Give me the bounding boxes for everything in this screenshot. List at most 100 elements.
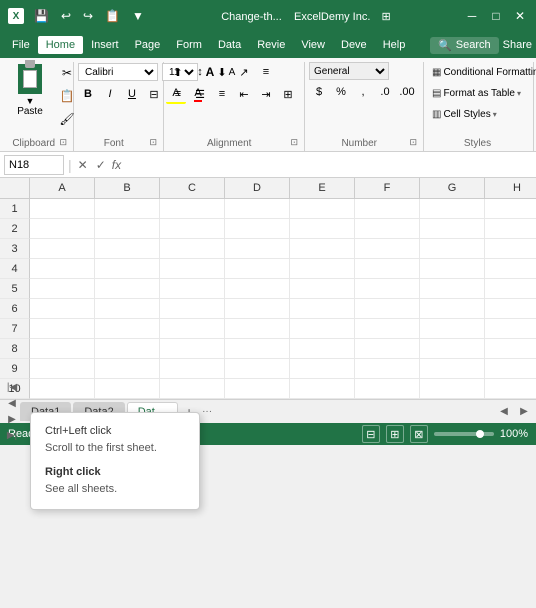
cell-e5[interactable] xyxy=(290,279,355,299)
align-center-button[interactable]: ☰ xyxy=(190,84,210,104)
tab-scroll-right-button[interactable]: ▶ xyxy=(516,404,532,420)
cell-g8[interactable] xyxy=(420,339,485,359)
font-name-selector[interactable]: Calibri xyxy=(78,63,158,81)
cell-e9[interactable] xyxy=(290,359,355,379)
cell-h10[interactable] xyxy=(485,379,536,399)
cell-f6[interactable] xyxy=(355,299,420,319)
cell-f7[interactable] xyxy=(355,319,420,339)
row-header-7[interactable]: 7 xyxy=(0,319,30,339)
page-break-button[interactable]: ⊠ xyxy=(410,425,428,443)
currency-button[interactable]: $ xyxy=(309,82,329,102)
menu-home[interactable]: Home xyxy=(38,36,83,54)
cell-f9[interactable] xyxy=(355,359,420,379)
menu-file[interactable]: File xyxy=(4,36,38,54)
cell-f8[interactable] xyxy=(355,339,420,359)
cell-h6[interactable] xyxy=(485,299,536,319)
menu-data[interactable]: Data xyxy=(210,36,249,54)
cell-d10[interactable] xyxy=(225,379,290,399)
col-header-e[interactable]: E xyxy=(290,178,355,198)
name-box[interactable] xyxy=(4,155,64,175)
cell-b1[interactable] xyxy=(95,199,160,219)
alignment-launcher[interactable]: ⊡ xyxy=(290,137,298,148)
menu-review[interactable]: Revie xyxy=(249,36,293,54)
cell-f5[interactable] xyxy=(355,279,420,299)
page-layout-button[interactable]: ⊞ xyxy=(386,425,404,443)
increase-decimal-button[interactable]: .00 xyxy=(397,82,417,102)
cell-d5[interactable] xyxy=(225,279,290,299)
search-box[interactable]: 🔍 Search xyxy=(430,37,499,54)
cell-styles-button[interactable]: ▥ Cell Styles ▾ xyxy=(428,104,501,124)
merge-cells-button[interactable]: ⊞ xyxy=(278,84,298,104)
row-header-8[interactable]: 8 xyxy=(0,339,30,359)
sheet-nav-right[interactable]: ··· xyxy=(202,406,212,417)
cell-f2[interactable] xyxy=(355,219,420,239)
cell-d6[interactable] xyxy=(225,299,290,319)
col-header-c[interactable]: C xyxy=(160,178,225,198)
menu-developer[interactable]: Deve xyxy=(333,36,375,54)
cell-g4[interactable] xyxy=(420,259,485,279)
cell-f3[interactable] xyxy=(355,239,420,259)
cell-h3[interactable] xyxy=(485,239,536,259)
redo-button[interactable]: ↪ xyxy=(79,7,97,25)
tab-scroll-left-button[interactable]: ◀ xyxy=(496,404,512,420)
cell-f1[interactable] xyxy=(355,199,420,219)
cell-g10[interactable] xyxy=(420,379,485,399)
clipboard-launcher[interactable]: ⊡ xyxy=(59,137,67,148)
cell-c9[interactable] xyxy=(160,359,225,379)
wrap-text-button[interactable]: ≡ xyxy=(256,62,276,82)
scroll-to-first-sheet-button[interactable]: |◀ xyxy=(4,380,20,396)
normal-view-button[interactable]: ⊟ xyxy=(362,425,380,443)
align-left-button[interactable]: ≡ xyxy=(168,84,188,104)
cell-e8[interactable] xyxy=(290,339,355,359)
number-format-selector[interactable]: General xyxy=(309,62,389,80)
col-header-b[interactable]: B xyxy=(95,178,160,198)
cell-c1[interactable] xyxy=(160,199,225,219)
cell-d7[interactable] xyxy=(225,319,290,339)
cell-a6[interactable] xyxy=(30,299,95,319)
row-header-2[interactable]: 2 xyxy=(0,219,30,239)
italic-button[interactable]: I xyxy=(100,84,120,104)
maximize-button[interactable]: □ xyxy=(488,8,504,24)
cell-g5[interactable] xyxy=(420,279,485,299)
scroll-left-sheet-button[interactable]: ◀ xyxy=(4,396,20,412)
cell-d2[interactable] xyxy=(225,219,290,239)
cell-g3[interactable] xyxy=(420,239,485,259)
cell-e2[interactable] xyxy=(290,219,355,239)
font-launcher[interactable]: ⊡ xyxy=(149,137,157,148)
undo-button[interactable]: ↩ xyxy=(57,7,75,25)
cell-f4[interactable] xyxy=(355,259,420,279)
cell-h1[interactable] xyxy=(485,199,536,219)
cell-e1[interactable] xyxy=(290,199,355,219)
row-header-5[interactable]: 5 xyxy=(0,279,30,299)
cell-h9[interactable] xyxy=(485,359,536,379)
align-middle-button[interactable]: ↕ xyxy=(190,62,210,82)
menu-form[interactable]: Form xyxy=(168,36,210,54)
border-button[interactable]: ⊟ xyxy=(144,84,164,104)
cell-b10[interactable] xyxy=(95,379,160,399)
row-header-9[interactable]: 9 xyxy=(0,359,30,379)
close-button[interactable]: ✕ xyxy=(512,8,528,24)
scroll-right-sheet-button[interactable]: ▶ xyxy=(4,412,20,428)
cell-a8[interactable] xyxy=(30,339,95,359)
save-button[interactable]: 💾 xyxy=(30,7,53,25)
cell-b2[interactable] xyxy=(95,219,160,239)
comma-button[interactable]: , xyxy=(353,82,373,102)
cell-a3[interactable] xyxy=(30,239,95,259)
cell-e3[interactable] xyxy=(290,239,355,259)
cell-h8[interactable] xyxy=(485,339,536,359)
cell-b8[interactable] xyxy=(95,339,160,359)
bold-button[interactable]: B xyxy=(78,84,98,104)
cell-e4[interactable] xyxy=(290,259,355,279)
cell-h4[interactable] xyxy=(485,259,536,279)
cell-c7[interactable] xyxy=(160,319,225,339)
cell-c3[interactable] xyxy=(160,239,225,259)
cell-b3[interactable] xyxy=(95,239,160,259)
print-button[interactable]: 📋 xyxy=(101,7,124,25)
share-button[interactable]: Share xyxy=(503,39,532,51)
cell-b7[interactable] xyxy=(95,319,160,339)
scroll-to-last-sheet-button[interactable]: ▶| xyxy=(4,428,20,444)
align-top-button[interactable]: ⬆ xyxy=(168,62,188,82)
cell-a9[interactable] xyxy=(30,359,95,379)
increase-indent-button[interactable]: ⇥ xyxy=(256,84,276,104)
align-bottom-button[interactable]: ⬇ xyxy=(212,62,232,82)
